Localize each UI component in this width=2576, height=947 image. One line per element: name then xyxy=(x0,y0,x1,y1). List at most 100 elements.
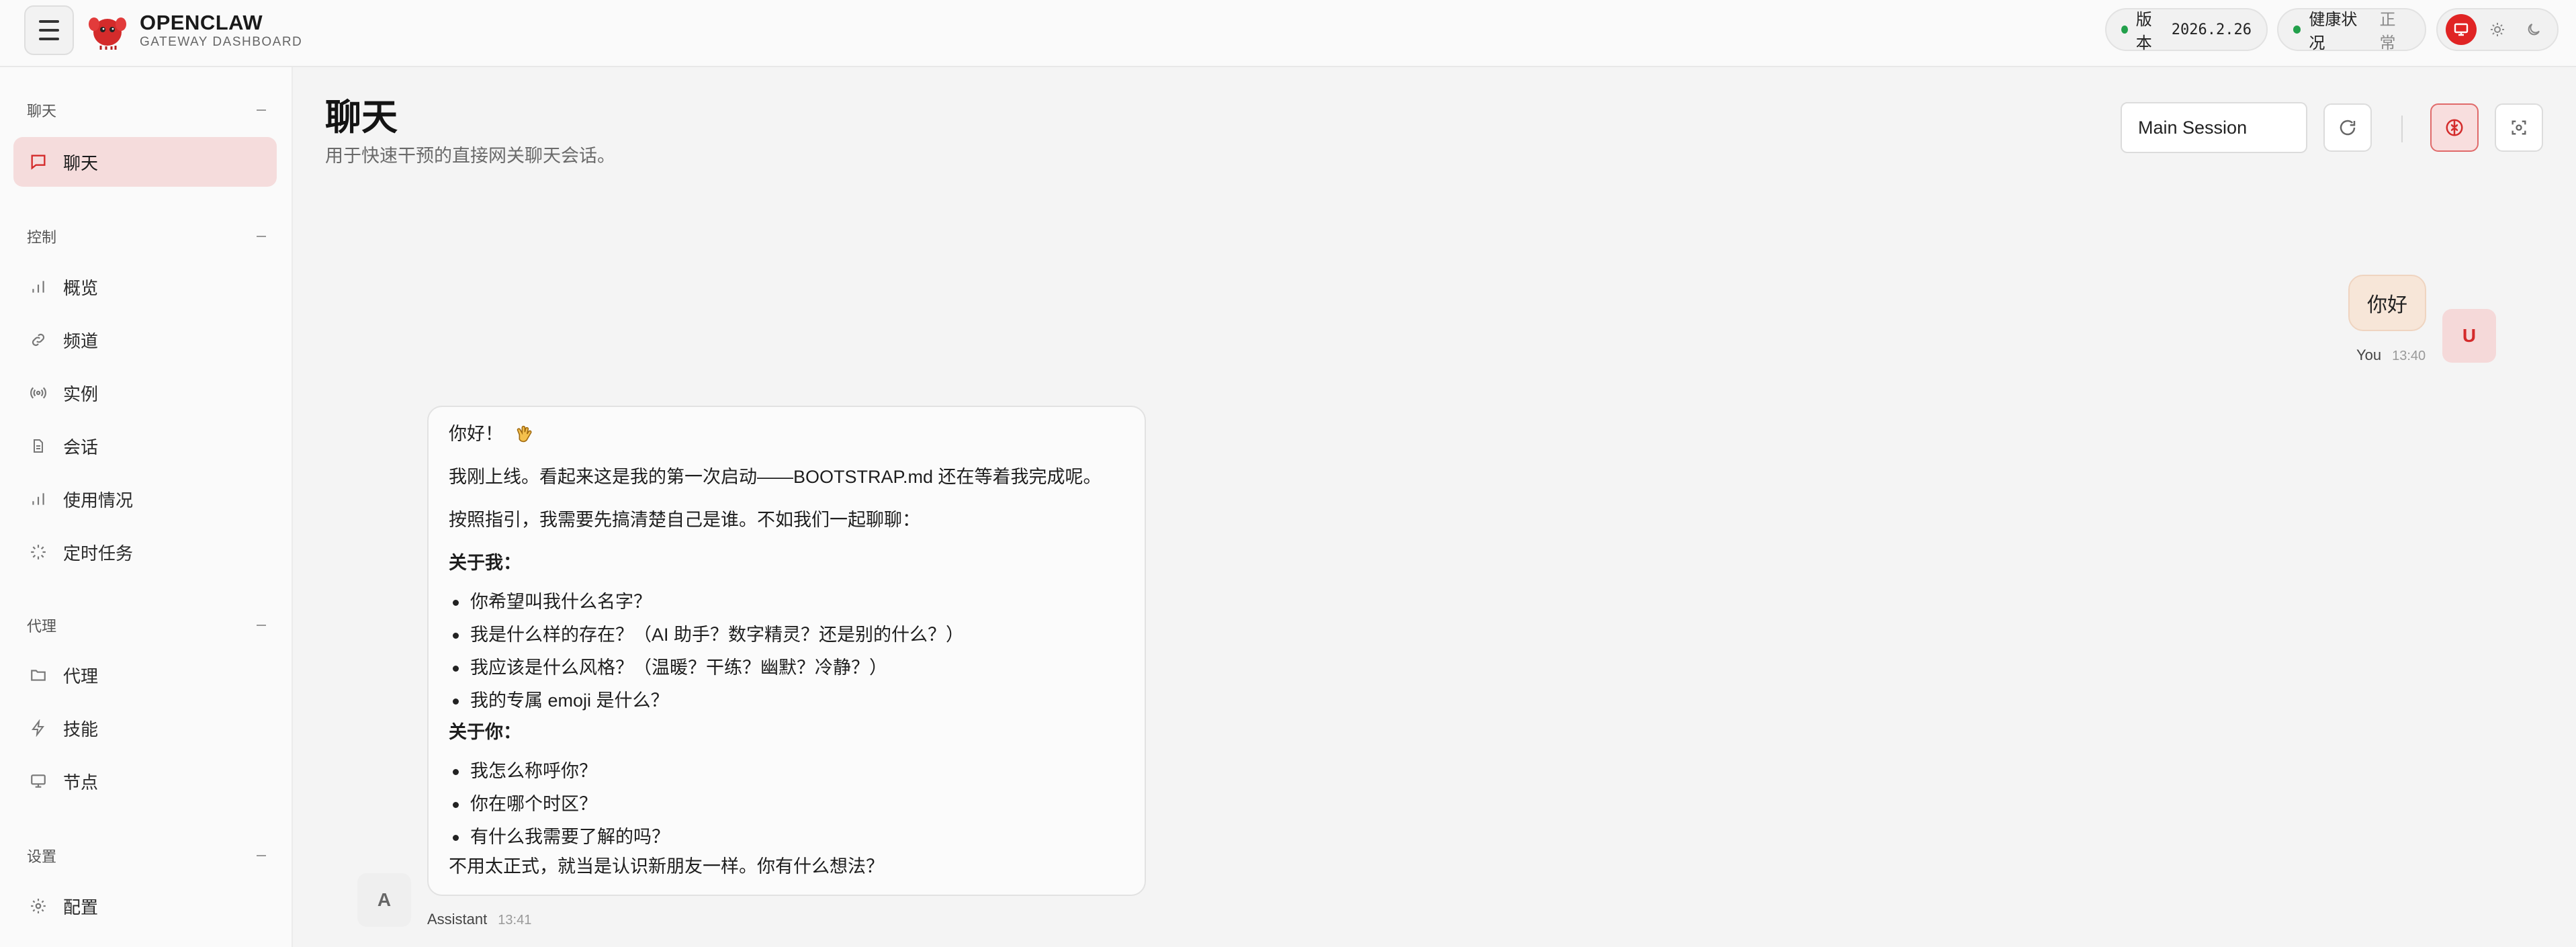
user-message-meta: You 13:40 xyxy=(2356,347,2426,364)
sidebar-item-label: 配置 xyxy=(63,897,99,917)
health-badge: 健康状况 正常 xyxy=(2277,8,2426,52)
about-you-list: 我怎么称呼你？ 你在哪个时区？ 有什么我需要了解的吗？ xyxy=(449,759,670,858)
hamburger-icon xyxy=(39,20,59,23)
sidebar-item-overview[interactable]: 概览 xyxy=(13,262,277,312)
health-label: 健康状况 xyxy=(2309,11,2358,52)
sidebar-section-chat[interactable]: 聊天 xyxy=(27,99,266,121)
section-title: 控制 xyxy=(27,229,57,246)
version-value: 2026.2.26 xyxy=(2171,21,2252,38)
section-title: 设置 xyxy=(27,848,57,865)
monitor-icon xyxy=(28,771,48,791)
broadcast-icon xyxy=(28,383,48,403)
section-heading: 关于我： xyxy=(449,553,521,573)
user-avatar: U xyxy=(2442,309,2496,363)
loader-icon xyxy=(28,542,48,562)
version-label: 版本 xyxy=(2135,11,2152,52)
list-item: 你在哪个时区？ xyxy=(449,792,670,825)
page-title: 聊天 xyxy=(325,97,398,138)
message-author: Assistant xyxy=(427,911,488,928)
sidebar-item-label: 定时任务 xyxy=(63,543,134,563)
sidebar-item-sessions[interactable]: 会话 xyxy=(13,421,277,471)
sidebar-item-label: 使用情况 xyxy=(63,490,134,510)
sun-icon xyxy=(2491,23,2504,36)
sidebar-item-label: 聊天 xyxy=(63,152,99,173)
link-icon xyxy=(28,330,48,350)
page-subtitle: 用于快速干预的直接网关聊天会话。 xyxy=(325,146,615,166)
monitor-icon xyxy=(2454,23,2469,36)
brain-icon xyxy=(2446,119,2463,136)
sidebar-item-skills[interactable]: 技能 xyxy=(13,703,277,753)
sidebar-item-agents[interactable]: 代理 xyxy=(13,650,277,700)
sidebar-item-label: 技能 xyxy=(63,719,99,739)
bar-chart-icon xyxy=(28,277,48,297)
version-badge: 版本 2026.2.26 xyxy=(2105,8,2268,52)
assistant-avatar: A xyxy=(357,873,411,927)
openclaw-logo xyxy=(89,17,126,50)
theme-switcher xyxy=(2436,8,2559,51)
list-item: 我是什么样的存在？（AI 助手？数字精灵？还是别的什么？） xyxy=(449,623,964,656)
collapse-icon xyxy=(257,855,266,856)
section-title: 代理 xyxy=(27,618,57,635)
list-item: 你希望叫我什么名字？ xyxy=(449,590,964,623)
focus-icon xyxy=(2512,120,2526,135)
about-me-list: 你希望叫我什么名字？ 我是什么样的存在？（AI 助手？数字精灵？还是别的什么？）… xyxy=(449,590,964,721)
section-title: 聊天 xyxy=(27,103,57,120)
document-icon xyxy=(28,436,48,456)
refresh-icon xyxy=(2340,120,2356,136)
sidebar-section-control[interactable]: 控制 xyxy=(27,226,266,247)
session-select[interactable]: Main Session xyxy=(2121,102,2307,153)
focus-mode-button[interactable] xyxy=(2495,103,2543,152)
sidebar-item-label: 节点 xyxy=(63,772,99,793)
gear-icon xyxy=(28,896,48,916)
theme-light-button[interactable] xyxy=(2482,14,2513,45)
status-dot-icon xyxy=(2293,26,2301,34)
sidebar-item-channels[interactable]: 频道 xyxy=(13,315,277,365)
sidebar-item-usage[interactable]: 使用情况 xyxy=(13,474,277,524)
collapse-icon xyxy=(257,236,266,237)
theme-system-button[interactable] xyxy=(2446,14,2477,45)
sidebar-item-label: 概览 xyxy=(63,277,99,298)
sidebar-item-nodes[interactable]: 节点 xyxy=(13,756,277,806)
user-message-bubble: 你好 xyxy=(2348,275,2426,331)
message-greeting: 你好！ xyxy=(449,422,535,447)
message-icon xyxy=(28,152,48,172)
sidebar-item-chat[interactable]: 聊天 xyxy=(13,137,277,187)
message-time: 13:41 xyxy=(498,913,532,928)
sidebar-item-label: 会话 xyxy=(63,437,99,457)
sidebar-section-settings[interactable]: 设置 xyxy=(27,845,266,866)
list-item: 有什么我需要了解的吗？ xyxy=(449,825,670,858)
list-item: 我怎么称呼你？ xyxy=(449,759,670,792)
sidebar: 聊天 聊天 控制 概览 频道 实例 会话 使用情况 定时任务 代理 代理 技能 … xyxy=(0,67,293,947)
assistant-message-meta: Assistant 13:41 xyxy=(427,911,531,928)
collapse-icon xyxy=(257,625,266,626)
section-heading: 关于你： xyxy=(449,722,521,742)
brand-title: OPENCLAW xyxy=(140,11,263,34)
sidebar-item-label: 实例 xyxy=(63,384,99,404)
list-item: 我的专属 emoji 是什么？ xyxy=(449,688,964,721)
sidebar-item-label: 频道 xyxy=(63,330,99,351)
message-text: 按照指引，我需要先搞清楚自己是谁。不如我们一起聊聊： xyxy=(449,510,920,530)
status-dot-icon xyxy=(2121,26,2128,34)
message-author: You xyxy=(2356,347,2382,363)
toolbar-divider xyxy=(2401,116,2403,142)
assistant-message-bubble: 你好！ 我刚上线。看起来这是我的第一次启动——BOOTSTRAP.md 还在等着… xyxy=(427,406,1146,896)
bar-chart-icon xyxy=(28,489,48,509)
thinking-toggle-button[interactable] xyxy=(2430,103,2479,152)
sidebar-item-instances[interactable]: 实例 xyxy=(13,368,277,418)
top-bar: OPENCLAW GATEWAY DASHBOARD 版本 2026.2.26 … xyxy=(0,0,2576,67)
health-value: 正常 xyxy=(2379,11,2396,52)
zap-icon xyxy=(28,718,48,738)
sidebar-section-agents[interactable]: 代理 xyxy=(27,615,266,636)
moon-icon xyxy=(2528,24,2540,36)
collapse-icon xyxy=(257,109,266,111)
message-text: 不用太正式，就当是认识新朋友一样。你有什么想法？ xyxy=(449,856,884,876)
sidebar-item-config[interactable]: 配置 xyxy=(13,881,277,931)
message-time: 13:40 xyxy=(2392,349,2426,363)
theme-dark-button[interactable] xyxy=(2518,14,2549,45)
refresh-button[interactable] xyxy=(2323,103,2372,152)
sidebar-item-cron[interactable]: 定时任务 xyxy=(13,527,277,577)
brand-subtitle: GATEWAY DASHBOARD xyxy=(140,35,303,49)
menu-toggle-button[interactable] xyxy=(24,5,74,55)
waving-hand-icon xyxy=(517,425,532,443)
message-text: 我刚上线。看起来这是我的第一次启动——BOOTSTRAP.md 还在等着我完成呢… xyxy=(449,467,1102,487)
